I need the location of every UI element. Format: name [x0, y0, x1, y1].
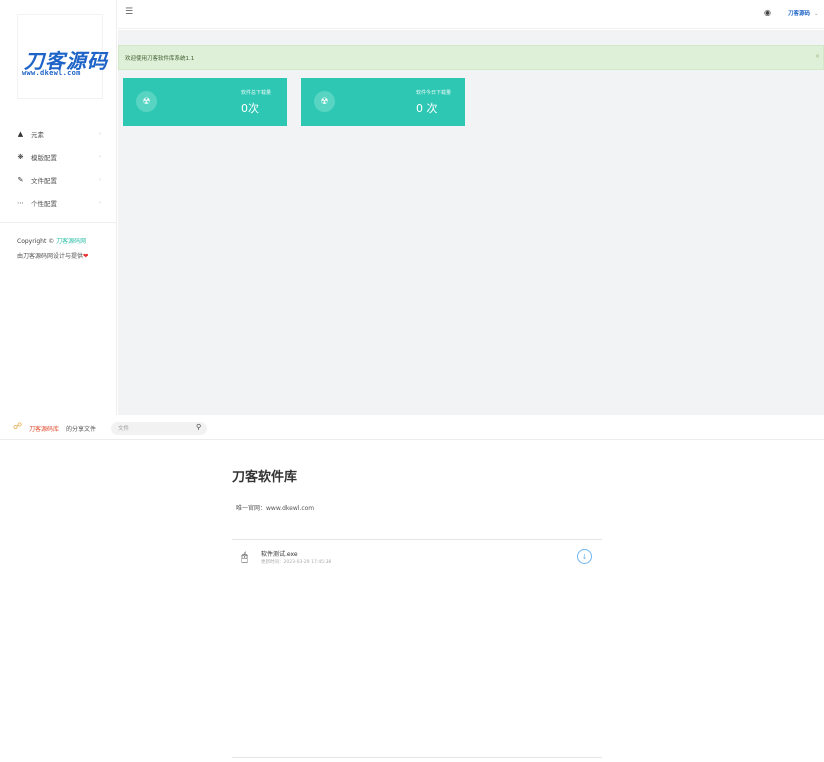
stat-label: 软件今日下载量	[416, 90, 452, 96]
sidebar-divider	[0, 222, 116, 223]
credit-line: 由刀客源码网设计与提供❤	[17, 251, 88, 260]
radiation-icon: ☢	[136, 91, 157, 112]
notice-text: 欢迎使用刀客软件库系统1.1	[125, 56, 195, 62]
search-input[interactable]	[111, 422, 207, 435]
file-name: 软件测试.exe	[261, 551, 298, 558]
credit-text: 由刀客源码网设计与提供	[17, 253, 84, 260]
sidebar-item-label: 文件配置	[31, 176, 57, 185]
welcome-notice: 欢迎使用刀客软件库系统1.1 ×	[118, 45, 824, 70]
sidebar-item-file-config[interactable]: ✎ 文件配置 ›	[0, 168, 116, 191]
file-updated-time: 更新时间：2023-03-29 17:45:38	[261, 560, 332, 565]
copyright-link[interactable]: 刀客源码网	[56, 238, 86, 245]
chevron-right-icon: ›	[99, 153, 101, 160]
chevron-down-icon: ⌄	[814, 11, 819, 17]
user-menu[interactable]: 刀客源码 ⌄	[788, 9, 819, 17]
gear-icon: ❋	[17, 152, 24, 161]
logo[interactable]: 刀客源码 www.dkewl.com	[17, 14, 107, 99]
sidebar-menu: ▲ 元素 › ❋ 模版配置 › ✎ 文件配置 › ⋯ 个性配置 ›	[0, 122, 116, 214]
chevron-right-icon: ›	[99, 130, 101, 137]
share-suffix: 的分享文件	[66, 426, 97, 433]
file-row[interactable]: 🖰 软件测试.exe 更新时间：2023-03-29 17:45:38 ↓	[232, 540, 602, 576]
radiation-icon: ☢	[314, 91, 335, 112]
sidebar-item-label: 模版配置	[31, 153, 57, 162]
heart-icon: ❤	[83, 252, 89, 260]
download-icon[interactable]: ↓	[577, 549, 592, 564]
file-icon: 🖰	[241, 550, 249, 564]
stat-card-today-downloads: ☢ 软件今日下载量 0 次	[301, 78, 465, 126]
share-header: ☍ 刀客源码库 的分享文件 ⚲	[0, 415, 824, 440]
admin-panel: 刀客源码 www.dkewl.com ▲ 元素 › ❋ 模版配置 › ✎ 文件配…	[0, 0, 824, 415]
site-description: 唯一官网：www.dkewl.com	[236, 505, 315, 512]
palette-icon[interactable]: ◉	[764, 8, 771, 17]
stat-card-total-downloads: ☢ 软件总下载量 0次	[123, 78, 287, 126]
main-content: 欢迎使用刀客软件库系统1.1 × ☢ 软件总下载量 0次 ☢ 软件今日下载量 0…	[118, 30, 824, 415]
sidebar-item-personal-config[interactable]: ⋯ 个性配置 ›	[0, 191, 116, 214]
chevron-right-icon: ›	[99, 199, 101, 206]
share-brand-link[interactable]: 刀客源码库	[29, 424, 59, 433]
top-bar: ☰ ◉ 刀客源码 ⌄	[118, 0, 824, 29]
share-page: ☍ 刀客源码库 的分享文件 ⚲ 刀客软件库 唯一官网：www.dkewl.com…	[0, 415, 824, 762]
copyright: Copyright © 刀客源码网	[17, 236, 86, 245]
stat-value: 0次	[241, 102, 259, 115]
sidebar-item-home[interactable]: ▲ 元素 ›	[0, 122, 116, 145]
sidebar-item-template-config[interactable]: ❋ 模版配置 ›	[0, 145, 116, 168]
sidebar-item-label: 元素	[31, 130, 44, 139]
page-title: 刀客软件库	[232, 470, 298, 485]
folder-share-icon: ☍	[13, 422, 23, 432]
copyright-prefix: Copyright ©	[17, 238, 57, 245]
search-icon[interactable]: ⚲	[196, 423, 201, 431]
stat-value: 0 次	[416, 102, 438, 115]
home-icon: ▲	[17, 129, 24, 138]
close-icon[interactable]: ×	[815, 53, 820, 60]
chevron-right-icon: ›	[99, 176, 101, 183]
file-list-footer-divider	[232, 757, 602, 758]
logo-url: www.dkewl.com	[22, 69, 81, 77]
ellipsis-icon: ⋯	[17, 198, 24, 207]
stat-label: 软件总下载量	[241, 90, 272, 96]
user-name: 刀客源码	[788, 11, 811, 17]
pencil-icon: ✎	[17, 175, 24, 184]
menu-toggle-icon[interactable]: ☰	[125, 7, 133, 17]
screen: 刀客源码 www.dkewl.com ▲ 元素 › ❋ 模版配置 › ✎ 文件配…	[0, 0, 824, 762]
sidebar-item-label: 个性配置	[31, 199, 57, 208]
sidebar: 刀客源码 www.dkewl.com ▲ 元素 › ❋ 模版配置 › ✎ 文件配…	[0, 0, 117, 415]
